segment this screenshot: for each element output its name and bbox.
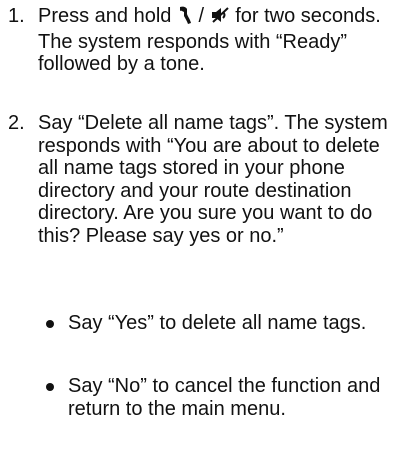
step-text: Say “Delete all name tags”. The system r… (38, 112, 388, 247)
bullet-icon (46, 383, 54, 391)
step-1: 1. Press and hold / for two seconds. The… (8, 5, 394, 76)
step-number: 1. (8, 5, 25, 27)
step-text: Press and hold / for two seconds. The sy… (38, 5, 394, 76)
bullet-text: Say “Yes” to delete all name tags. (68, 312, 367, 334)
talk-button-icon (177, 5, 193, 31)
bullet-text: Say “No” to cancel the function and retu… (68, 375, 381, 420)
bullet-item-no: Say “No” to cancel the function and retu… (38, 375, 394, 420)
bullet-icon (46, 320, 54, 328)
step-text-start: Press and hold (38, 5, 177, 27)
icon-separator: / (192, 5, 210, 27)
mute-speaker-icon (210, 5, 230, 31)
step-2: 2. Say “Delete all name tags”. The syste… (8, 112, 394, 247)
bullet-item-yes: Say “Yes” to delete all name tags. (38, 312, 394, 335)
step-number: 2. (8, 112, 25, 134)
